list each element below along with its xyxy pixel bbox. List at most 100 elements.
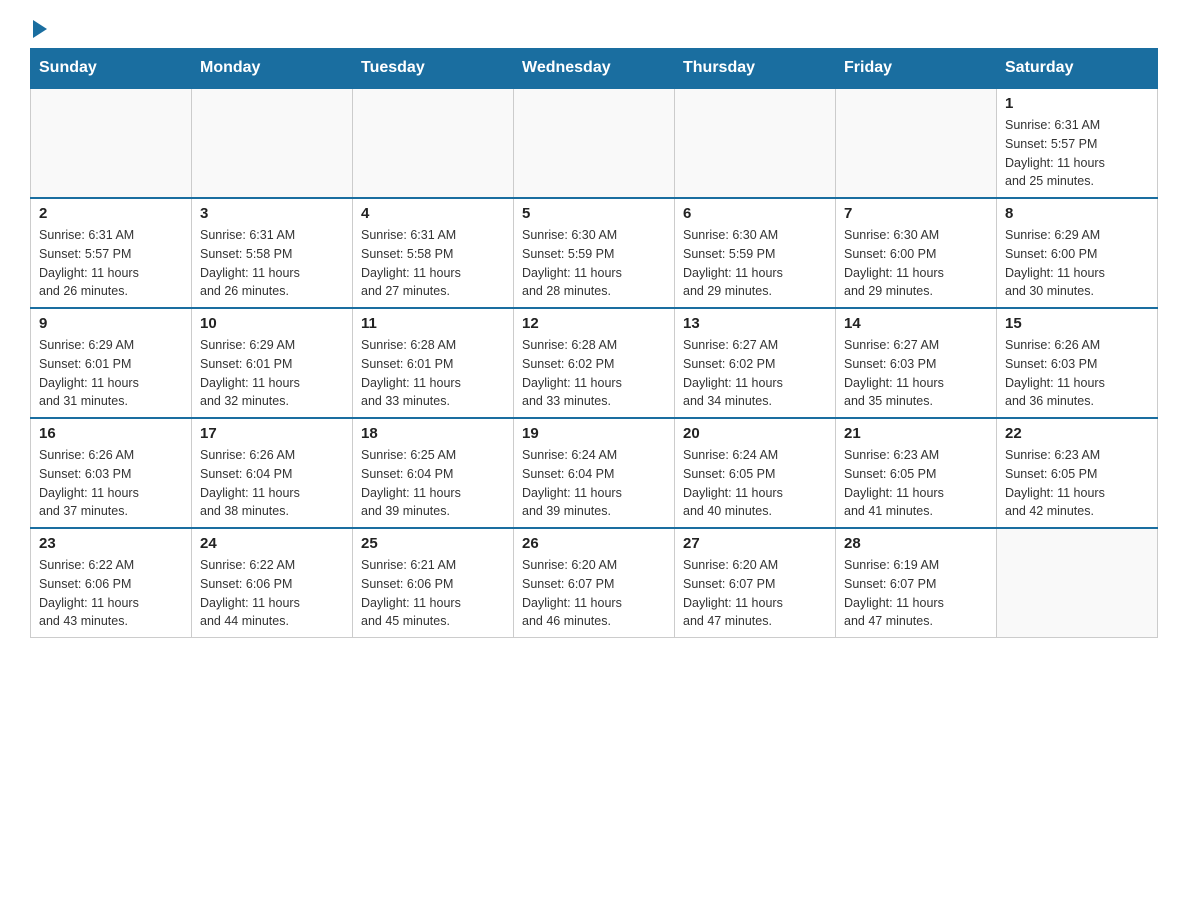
week-row-1: 1 Sunrise: 6:31 AM Sunset: 5:57 PM Daylig… [31, 88, 1158, 198]
day-info: Sunrise: 6:31 AM Sunset: 5:57 PM Dayligh… [39, 226, 183, 301]
calendar-header-friday: Friday [836, 49, 997, 89]
logo [30, 20, 47, 38]
calendar-cell: 15 Sunrise: 6:26 AM Sunset: 6:03 PM Dayli… [997, 308, 1158, 418]
calendar-cell: 16 Sunrise: 6:26 AM Sunset: 6:03 PM Dayli… [31, 418, 192, 528]
week-row-5: 23 Sunrise: 6:22 AM Sunset: 6:06 PM Dayli… [31, 528, 1158, 638]
day-number: 5 [522, 205, 666, 222]
week-row-4: 16 Sunrise: 6:26 AM Sunset: 6:03 PM Dayli… [31, 418, 1158, 528]
calendar-cell: 18 Sunrise: 6:25 AM Sunset: 6:04 PM Dayli… [353, 418, 514, 528]
calendar-cell: 3 Sunrise: 6:31 AM Sunset: 5:58 PM Daylig… [192, 198, 353, 308]
day-info: Sunrise: 6:24 AM Sunset: 6:05 PM Dayligh… [683, 446, 827, 521]
week-row-3: 9 Sunrise: 6:29 AM Sunset: 6:01 PM Daylig… [31, 308, 1158, 418]
day-number: 22 [1005, 425, 1149, 442]
page-header [30, 20, 1158, 38]
day-number: 19 [522, 425, 666, 442]
day-info: Sunrise: 6:29 AM Sunset: 6:01 PM Dayligh… [200, 336, 344, 411]
calendar-header-wednesday: Wednesday [514, 49, 675, 89]
calendar-cell: 4 Sunrise: 6:31 AM Sunset: 5:58 PM Daylig… [353, 198, 514, 308]
day-number: 23 [39, 535, 183, 552]
calendar-cell: 9 Sunrise: 6:29 AM Sunset: 6:01 PM Daylig… [31, 308, 192, 418]
calendar-cell: 27 Sunrise: 6:20 AM Sunset: 6:07 PM Dayli… [675, 528, 836, 638]
calendar-header-saturday: Saturday [997, 49, 1158, 89]
day-number: 11 [361, 315, 505, 332]
day-number: 8 [1005, 205, 1149, 222]
calendar-cell: 17 Sunrise: 6:26 AM Sunset: 6:04 PM Dayli… [192, 418, 353, 528]
day-info: Sunrise: 6:19 AM Sunset: 6:07 PM Dayligh… [844, 556, 988, 631]
calendar-cell: 13 Sunrise: 6:27 AM Sunset: 6:02 PM Dayli… [675, 308, 836, 418]
day-info: Sunrise: 6:30 AM Sunset: 5:59 PM Dayligh… [683, 226, 827, 301]
calendar-cell: 1 Sunrise: 6:31 AM Sunset: 5:57 PM Daylig… [997, 88, 1158, 198]
day-info: Sunrise: 6:29 AM Sunset: 6:01 PM Dayligh… [39, 336, 183, 411]
day-number: 2 [39, 205, 183, 222]
calendar-header-row: SundayMondayTuesdayWednesdayThursdayFrid… [31, 49, 1158, 89]
day-info: Sunrise: 6:31 AM Sunset: 5:57 PM Dayligh… [1005, 116, 1149, 191]
day-number: 4 [361, 205, 505, 222]
day-info: Sunrise: 6:27 AM Sunset: 6:02 PM Dayligh… [683, 336, 827, 411]
calendar-cell: 12 Sunrise: 6:28 AM Sunset: 6:02 PM Dayli… [514, 308, 675, 418]
day-info: Sunrise: 6:21 AM Sunset: 6:06 PM Dayligh… [361, 556, 505, 631]
day-info: Sunrise: 6:31 AM Sunset: 5:58 PM Dayligh… [200, 226, 344, 301]
calendar-cell: 2 Sunrise: 6:31 AM Sunset: 5:57 PM Daylig… [31, 198, 192, 308]
day-info: Sunrise: 6:20 AM Sunset: 6:07 PM Dayligh… [683, 556, 827, 631]
calendar-cell [353, 88, 514, 198]
day-number: 9 [39, 315, 183, 332]
day-number: 17 [200, 425, 344, 442]
day-info: Sunrise: 6:26 AM Sunset: 6:04 PM Dayligh… [200, 446, 344, 521]
day-number: 16 [39, 425, 183, 442]
day-info: Sunrise: 6:24 AM Sunset: 6:04 PM Dayligh… [522, 446, 666, 521]
logo-arrow-icon [33, 20, 47, 38]
calendar-cell: 28 Sunrise: 6:19 AM Sunset: 6:07 PM Dayli… [836, 528, 997, 638]
day-info: Sunrise: 6:23 AM Sunset: 6:05 PM Dayligh… [844, 446, 988, 521]
day-number: 3 [200, 205, 344, 222]
day-info: Sunrise: 6:22 AM Sunset: 6:06 PM Dayligh… [200, 556, 344, 631]
day-info: Sunrise: 6:28 AM Sunset: 6:01 PM Dayligh… [361, 336, 505, 411]
day-info: Sunrise: 6:28 AM Sunset: 6:02 PM Dayligh… [522, 336, 666, 411]
day-number: 10 [200, 315, 344, 332]
day-info: Sunrise: 6:26 AM Sunset: 6:03 PM Dayligh… [1005, 336, 1149, 411]
day-number: 14 [844, 315, 988, 332]
day-number: 15 [1005, 315, 1149, 332]
day-number: 20 [683, 425, 827, 442]
calendar-cell [192, 88, 353, 198]
day-number: 27 [683, 535, 827, 552]
calendar-header-monday: Monday [192, 49, 353, 89]
day-number: 26 [522, 535, 666, 552]
day-info: Sunrise: 6:27 AM Sunset: 6:03 PM Dayligh… [844, 336, 988, 411]
calendar-cell: 20 Sunrise: 6:24 AM Sunset: 6:05 PM Dayli… [675, 418, 836, 528]
calendar-cell [997, 528, 1158, 638]
day-number: 28 [844, 535, 988, 552]
calendar-cell [836, 88, 997, 198]
day-number: 1 [1005, 95, 1149, 112]
day-info: Sunrise: 6:22 AM Sunset: 6:06 PM Dayligh… [39, 556, 183, 631]
calendar-cell [31, 88, 192, 198]
day-number: 12 [522, 315, 666, 332]
calendar-cell: 21 Sunrise: 6:23 AM Sunset: 6:05 PM Dayli… [836, 418, 997, 528]
calendar-cell: 14 Sunrise: 6:27 AM Sunset: 6:03 PM Dayli… [836, 308, 997, 418]
day-number: 6 [683, 205, 827, 222]
calendar-table: SundayMondayTuesdayWednesdayThursdayFrid… [30, 48, 1158, 638]
day-number: 13 [683, 315, 827, 332]
calendar-cell: 5 Sunrise: 6:30 AM Sunset: 5:59 PM Daylig… [514, 198, 675, 308]
day-info: Sunrise: 6:20 AM Sunset: 6:07 PM Dayligh… [522, 556, 666, 631]
week-row-2: 2 Sunrise: 6:31 AM Sunset: 5:57 PM Daylig… [31, 198, 1158, 308]
calendar-cell: 8Sunrise: 6:29 AM Sunset: 6:00 PM Daylig… [997, 198, 1158, 308]
day-number: 24 [200, 535, 344, 552]
calendar-header-thursday: Thursday [675, 49, 836, 89]
day-number: 18 [361, 425, 505, 442]
day-info: Sunrise: 6:26 AM Sunset: 6:03 PM Dayligh… [39, 446, 183, 521]
calendar-cell: 26 Sunrise: 6:20 AM Sunset: 6:07 PM Dayli… [514, 528, 675, 638]
day-info: Sunrise: 6:31 AM Sunset: 5:58 PM Dayligh… [361, 226, 505, 301]
calendar-cell: 7 Sunrise: 6:30 AM Sunset: 6:00 PM Daylig… [836, 198, 997, 308]
calendar-cell: 22Sunrise: 6:23 AM Sunset: 6:05 PM Dayli… [997, 418, 1158, 528]
day-info: Sunrise: 6:25 AM Sunset: 6:04 PM Dayligh… [361, 446, 505, 521]
calendar-cell [514, 88, 675, 198]
calendar-cell: 11 Sunrise: 6:28 AM Sunset: 6:01 PM Dayli… [353, 308, 514, 418]
day-info: Sunrise: 6:30 AM Sunset: 5:59 PM Dayligh… [522, 226, 666, 301]
calendar-cell: 6 Sunrise: 6:30 AM Sunset: 5:59 PM Daylig… [675, 198, 836, 308]
day-number: 7 [844, 205, 988, 222]
day-info: Sunrise: 6:30 AM Sunset: 6:00 PM Dayligh… [844, 226, 988, 301]
day-number: 21 [844, 425, 988, 442]
calendar-cell: 19 Sunrise: 6:24 AM Sunset: 6:04 PM Dayli… [514, 418, 675, 528]
calendar-cell [675, 88, 836, 198]
day-number: 25 [361, 535, 505, 552]
